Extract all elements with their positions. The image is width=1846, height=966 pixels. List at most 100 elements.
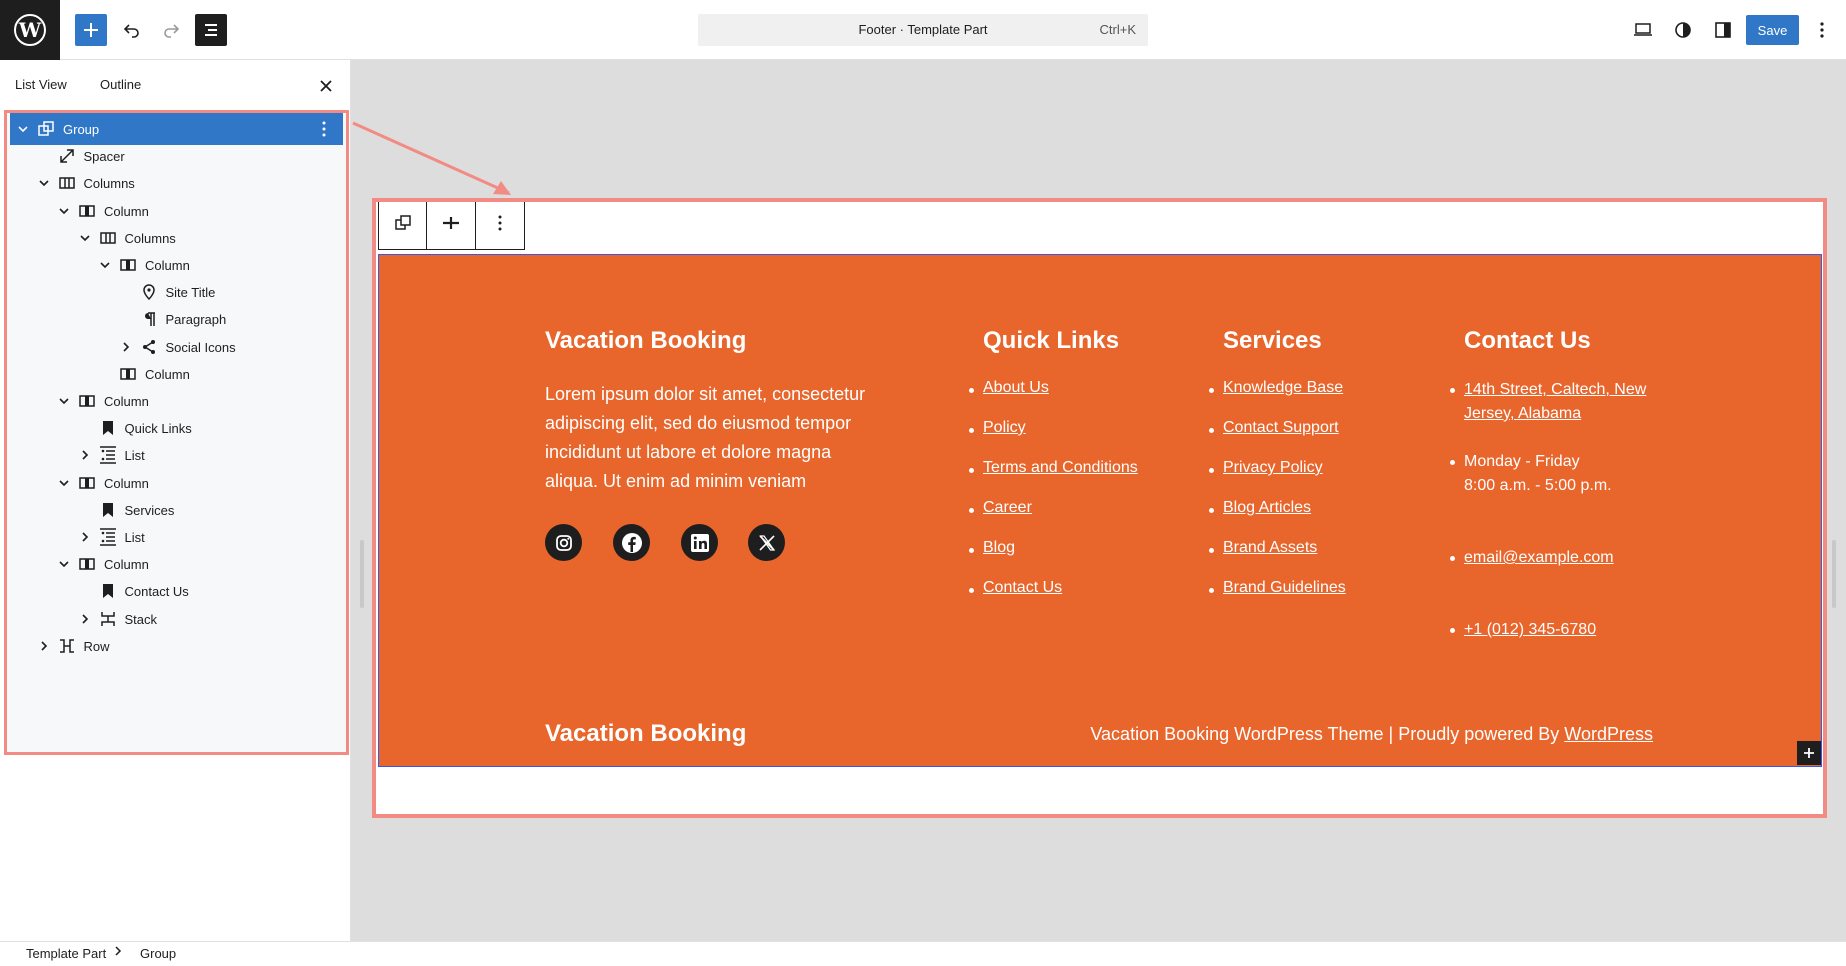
breadcrumb-template-part[interactable]: Template Part — [26, 946, 106, 961]
tree-item-row[interactable]: Row — [10, 630, 343, 662]
block-type-switcher[interactable] — [379, 202, 428, 249]
tree-item-label: Paragraph — [165, 312, 227, 328]
chevron-right-icon — [114, 945, 122, 960]
share-icon — [140, 338, 158, 356]
chevron-down-icon[interactable] — [57, 394, 71, 408]
link-contact-support[interactable]: Contact Support — [1209, 419, 1346, 459]
chevron-right-icon[interactable] — [119, 340, 133, 354]
address-line-1: 14th Street, Caltech, New — [1464, 381, 1647, 398]
tree-item-label: Row — [83, 638, 110, 654]
contact-phone[interactable]: +1 (012) 345-6780 — [1449, 618, 1596, 642]
link-contact-us[interactable]: Contact Us — [969, 579, 1138, 619]
tree-item-label: Column — [104, 475, 149, 491]
footer-bottom-title[interactable]: Vacation Booking — [545, 720, 746, 748]
site-title[interactable]: Vacation Booking — [545, 327, 746, 355]
link-privacy-policy[interactable]: Privacy Policy — [1209, 459, 1346, 499]
contact-email[interactable]: email@example.com — [1450, 546, 1614, 570]
link-brand-guidelines[interactable]: Brand Guidelines — [1209, 579, 1346, 619]
chevron-down-icon[interactable] — [57, 476, 71, 490]
contact-hours[interactable]: Monday - Friday 8:00 a.m. - 5:00 p.m. — [1450, 450, 1612, 498]
command-palette-button[interactable]: Footer · Template Part Ctrl+K — [698, 14, 1148, 46]
link-policy[interactable]: Policy — [969, 419, 1138, 459]
tree-item-label: Columns — [124, 230, 176, 246]
block-appender-button[interactable] — [1797, 741, 1821, 765]
instagram-icon[interactable] — [545, 524, 582, 561]
styles-icon[interactable] — [1667, 14, 1699, 46]
top-toolbar: W Footer · Template Part Ctrl+K Save — [0, 0, 1846, 60]
tree-item-label: Column — [104, 203, 149, 219]
resize-handle-right[interactable] — [1832, 540, 1836, 608]
link-about-us[interactable]: About Us — [969, 379, 1138, 419]
options-menu-icon[interactable] — [1806, 14, 1838, 46]
chevron-right-icon[interactable] — [37, 639, 51, 653]
link-knowledge-base[interactable]: Knowledge Base — [1209, 379, 1346, 419]
redo-button[interactable] — [155, 14, 187, 46]
link-brand-assets[interactable]: Brand Assets — [1209, 539, 1346, 579]
services-heading[interactable]: Services — [1223, 327, 1322, 355]
tree-item-label: Column — [145, 366, 190, 382]
group-icon — [37, 120, 55, 138]
add-block-button[interactable] — [75, 14, 107, 46]
block-options-button[interactable] — [476, 202, 524, 249]
tab-list-view[interactable]: List View — [15, 77, 67, 92]
chevron-right-icon[interactable] — [78, 612, 92, 626]
link-career[interactable]: Career — [969, 499, 1138, 539]
chevron-down-icon[interactable] — [78, 231, 92, 245]
wordpress-logo-icon[interactable]: W — [0, 0, 60, 60]
undo-button[interactable] — [116, 14, 148, 46]
tree-item-label: Contact Us — [124, 584, 189, 600]
breadcrumb-group[interactable]: Group — [140, 946, 176, 961]
chevron-right-icon[interactable] — [78, 530, 92, 544]
column-icon — [78, 474, 96, 492]
chevron-down-icon[interactable] — [98, 258, 112, 272]
link-blog-articles[interactable]: Blog Articles — [1209, 499, 1346, 539]
tree-item-label: Group — [63, 122, 100, 137]
wordpress-link[interactable]: WordPress — [1564, 724, 1653, 744]
contact-address[interactable]: 14th Street, Caltech, New Jersey, Alabam… — [1449, 378, 1647, 426]
template-part-frame: Vacation Booking Lorem ipsum dolor sit a… — [372, 198, 1827, 818]
chevron-down-icon[interactable] — [57, 557, 71, 571]
settings-sidebar-icon[interactable] — [1707, 14, 1739, 46]
tree-item-label: Columns — [83, 176, 135, 192]
link-terms[interactable]: Terms and Conditions — [969, 459, 1138, 499]
group-icon — [394, 214, 412, 237]
desktop-preview-icon[interactable] — [1627, 14, 1659, 46]
block-tree: Group Spacer Columns Column Columns Column Sit… — [4, 110, 349, 755]
quick-links-heading[interactable]: Quick Links — [983, 327, 1119, 355]
chevron-down-icon[interactable] — [57, 204, 71, 218]
save-button[interactable]: Save — [1746, 15, 1799, 45]
credits-text: Vacation Booking WordPress Theme | Proud… — [1090, 724, 1565, 744]
editor-canvas: Vacation Booking Lorem ipsum dolor sit a… — [351, 60, 1846, 941]
contact-heading[interactable]: Contact Us — [1464, 327, 1591, 355]
facebook-icon[interactable] — [613, 524, 650, 561]
hours-line-2: 8:00 a.m. - 5:00 p.m. — [1464, 477, 1612, 494]
link-blog[interactable]: Blog — [969, 539, 1138, 579]
footer-credits[interactable]: Vacation Booking WordPress Theme | Proud… — [1090, 724, 1653, 745]
chevron-down-icon[interactable] — [37, 176, 51, 190]
site-title-icon — [140, 283, 158, 301]
resize-handle-left[interactable] — [360, 540, 364, 608]
more-vertical-icon[interactable] — [315, 120, 333, 138]
document-overview-button[interactable] — [195, 14, 227, 46]
quick-links-list: About Us Policy Terms and Conditions Car… — [969, 379, 1138, 619]
tree-item-label: Spacer — [83, 149, 125, 165]
column-icon — [78, 392, 96, 410]
footer-description[interactable]: Lorem ipsum dolor sit amet, consectetur … — [545, 380, 885, 496]
move-handle[interactable] — [427, 202, 476, 249]
chevron-right-icon[interactable] — [78, 448, 92, 462]
chevron-down-icon[interactable] — [16, 122, 30, 136]
drag-handle-icon — [442, 214, 460, 237]
column-icon — [78, 555, 96, 573]
close-icon[interactable] — [316, 76, 336, 96]
column-icon — [78, 202, 96, 220]
block-breadcrumb: Template Part Group — [0, 941, 1846, 966]
sidebar-tabs: List View Outline — [0, 60, 350, 110]
tab-outline[interactable]: Outline — [100, 77, 141, 92]
x-icon[interactable] — [748, 524, 785, 561]
services-list: Knowledge Base Contact Support Privacy P… — [1209, 379, 1346, 619]
address-line-2: Jersey, Alabama — [1464, 405, 1582, 422]
footer-group[interactable]: Vacation Booking Lorem ipsum dolor sit a… — [378, 254, 1822, 767]
tree-item-label: Stack — [124, 611, 158, 627]
tree-item-label: List — [124, 530, 145, 545]
linkedin-icon[interactable] — [681, 524, 718, 561]
